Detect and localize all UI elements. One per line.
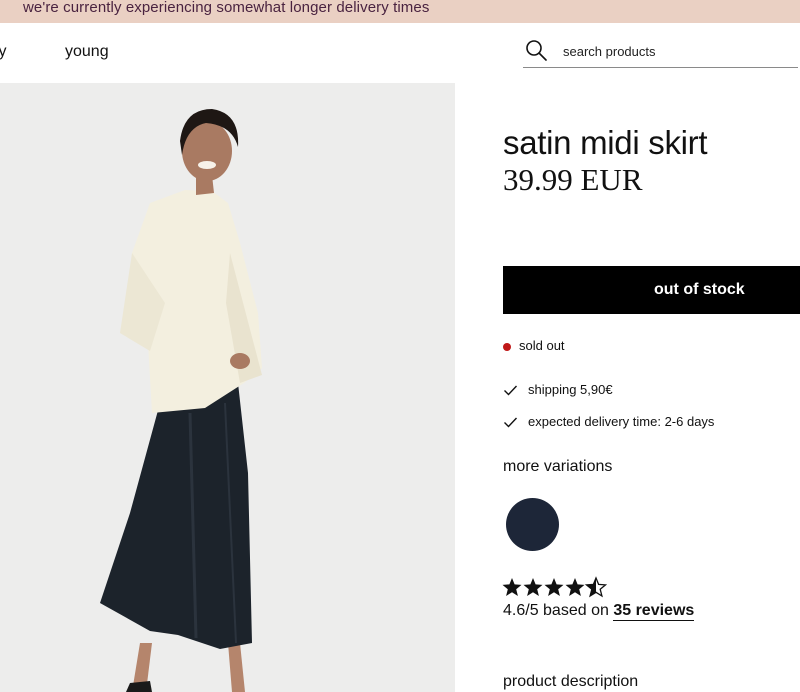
star-icon [565,578,585,596]
half-star-icon [585,577,607,597]
search-bar [523,37,798,68]
product-title: satin midi skirt [503,124,708,161]
nav-item-partial[interactable]: ty [0,43,6,61]
top-navigation: ty young [0,23,800,83]
product-photo-illustration [0,83,455,692]
rating-summary: 4.6/5 based on 35 reviews [503,602,695,621]
rating-text: 4.6/5 based on [503,602,609,619]
check-icon [504,417,518,428]
search-input[interactable] [563,41,793,61]
more-variations-heading: more variations [503,458,613,475]
search-icon[interactable] [525,39,547,61]
star-icon [544,578,564,596]
stock-status-text: sold out [519,338,565,353]
check-icon [504,385,518,396]
status-dot-icon [503,343,511,351]
product-price: 39.99 EUR [503,162,643,197]
out-of-stock-button[interactable]: out of stock [503,266,800,314]
nav-item-young[interactable]: young [65,43,109,61]
out-of-stock-label: out of stock [654,281,745,298]
product-description-heading[interactable]: product description [503,673,638,691]
star-icon [523,578,543,596]
product-image[interactable] [0,83,455,692]
banner-text: we're currently experiencing somewhat lo… [23,0,430,16]
star-icon [502,578,522,596]
shipping-cost-text: shipping 5,90€ [528,382,613,397]
announcement-banner: we're currently experiencing somewhat lo… [0,0,800,23]
delivery-time-text: expected delivery time: 2-6 days [528,414,715,429]
rating-stars [502,577,607,597]
reviews-link[interactable]: 35 reviews [613,602,695,621]
variation-swatch-navy[interactable] [506,498,559,551]
